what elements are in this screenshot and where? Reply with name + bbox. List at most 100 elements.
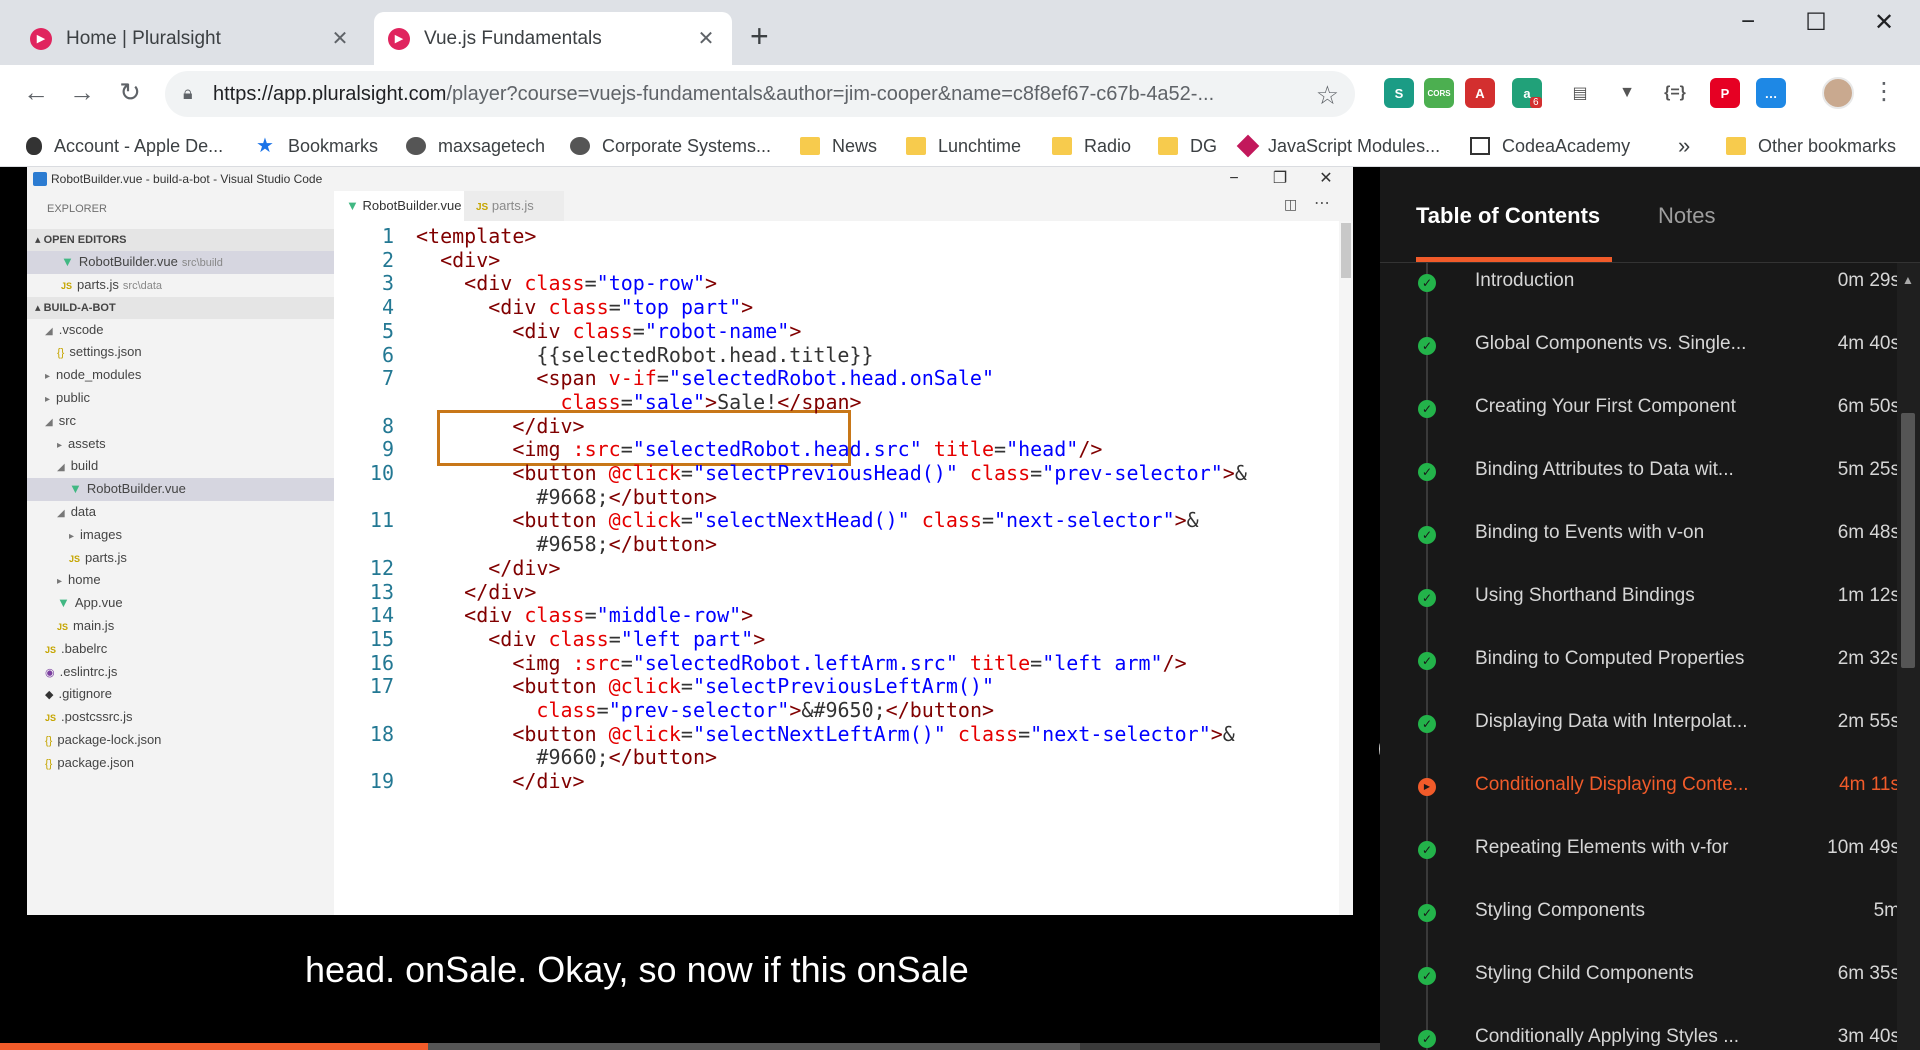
- check-icon: ✓: [1418, 526, 1436, 544]
- code-token: <div: [464, 603, 525, 628]
- toc-item[interactable]: ▶ Conditionally Displaying Conte... 4m 11s: [1380, 764, 1900, 827]
- code-token: =: [1018, 721, 1031, 746]
- code-line: class="prev-selector">&#9650;</button>: [416, 698, 994, 722]
- toc-item[interactable]: ✓ Repeating Elements with v-for 10m 49s: [1380, 827, 1900, 890]
- toc-item[interactable]: ✓ Creating Your First Component 6m 50s: [1380, 386, 1900, 449]
- project-section: ▴ BUILD-A-BOT: [27, 296, 334, 319]
- reload-icon[interactable]: ↻: [112, 77, 148, 108]
- bookmark-bookmarks[interactable]: ★ Bookmarks: [256, 131, 378, 161]
- folder-icon: [906, 137, 926, 155]
- v-icon[interactable]: ▼: [1612, 78, 1642, 108]
- maximize-icon[interactable]: ☐: [1788, 8, 1844, 37]
- toc-item[interactable]: ✓ Binding Attributes to Data wit... 5m 25s: [1380, 449, 1900, 512]
- video-progress-bar[interactable]: [0, 1043, 1380, 1050]
- scroll-thumb[interactable]: [1901, 413, 1915, 668]
- s-icon[interactable]: S: [1384, 78, 1414, 108]
- scroll-up-icon[interactable]: ▲: [1902, 273, 1914, 287]
- toc-item[interactable]: ✓ Styling Child Components 6m 35s: [1380, 953, 1900, 1016]
- avatar[interactable]: [1822, 77, 1854, 109]
- bookmark-radio[interactable]: Radio: [1052, 131, 1131, 161]
- browser-tab-vue[interactable]: ▶ Vue.js Fundamentals ✕: [374, 12, 732, 65]
- toc-item-duration: 4m 40s: [1837, 333, 1900, 354]
- pdf-icon[interactable]: A: [1465, 78, 1495, 108]
- file-name: settings.json: [69, 344, 142, 360]
- bookmark-corporate[interactable]: Corporate Systems...: [570, 131, 771, 161]
- toc-item[interactable]: ✓ Introduction 0m 29s: [1380, 263, 1900, 323]
- toc-item-duration: 4m 11s: [1839, 774, 1900, 795]
- pinterest-icon[interactable]: P: [1710, 78, 1740, 108]
- js-icon: JS: [45, 713, 57, 724]
- code-line: <img :src="selectedRobot.leftArm.src" ti…: [416, 650, 1186, 675]
- code-token: =: [584, 603, 597, 628]
- file-name: package-lock.json: [57, 731, 162, 747]
- toc-item[interactable]: ✓ Global Components vs. Single... 4m 40s: [1380, 323, 1900, 386]
- open-editors-section: ▴ OPEN EDITORS: [27, 229, 334, 251]
- code-token: <div: [464, 271, 525, 296]
- tab-table-of-contents[interactable]: Table of Contents: [1416, 203, 1600, 229]
- code-token: class: [536, 698, 597, 722]
- code-token: <div: [488, 626, 549, 651]
- more-menu-icon[interactable]: ⋮: [1872, 77, 1896, 106]
- bookmarks-overflow[interactable]: »: [1678, 131, 1690, 161]
- file-name: .babelrc: [61, 640, 108, 656]
- toc-item[interactable]: ✓ Styling Components 5m: [1380, 890, 1900, 953]
- code-token: =: [981, 508, 994, 533]
- address-bar[interactable]: 🔒︎ https://app.pluralsight.com/player?co…: [165, 71, 1355, 117]
- close-icon[interactable]: ✕: [328, 26, 352, 51]
- toc-scrollbar[interactable]: ▲: [1897, 263, 1920, 1050]
- new-tab-icon[interactable]: +: [750, 18, 769, 55]
- bookmark-codeacademy[interactable]: CodeaAcademy: [1470, 131, 1630, 161]
- code-token: <template>: [416, 224, 537, 248]
- js-icon: JS: [61, 280, 73, 291]
- cors-icon[interactable]: CORS: [1424, 78, 1454, 108]
- messenger-icon[interactable]: …: [1756, 78, 1786, 108]
- check-icon: ✓: [1418, 274, 1436, 292]
- code-token: =: [584, 271, 597, 296]
- tab-notes[interactable]: Notes: [1658, 203, 1715, 229]
- code-token: {{selectedRobot.head.title}}: [416, 342, 874, 367]
- code-line: <div class="middle-row">: [416, 603, 753, 627]
- tree-item: ▸ home: [27, 569, 334, 592]
- toc-item-duration: 0m 29s: [1837, 270, 1900, 291]
- bookmark-label: maxsagetech: [438, 135, 546, 156]
- minimize-icon[interactable]: −: [1720, 8, 1776, 36]
- bookmark-apple[interactable]: Account - Apple De...: [26, 131, 223, 161]
- toc-item[interactable]: ✓ Using Shorthand Bindings 1m 12s: [1380, 575, 1900, 638]
- bookmark-js-modules[interactable]: JavaScript Modules...: [1236, 131, 1440, 161]
- bookmark-dg[interactable]: DG: [1158, 131, 1217, 161]
- browser-tab-bar: ▶ Home | Pluralsight ✕ ▶ Vue.js Fundamen…: [0, 0, 1920, 65]
- bookmark-other[interactable]: Other bookmarks: [1726, 131, 1896, 161]
- bookmark-news[interactable]: News: [800, 131, 877, 161]
- progress-fill: [0, 1043, 428, 1050]
- code-token: =: [680, 461, 693, 485]
- browser-tab-home[interactable]: ▶ Home | Pluralsight ✕: [16, 12, 366, 65]
- toc-item[interactable]: ✓ Binding to Computed Properties 2m 32s: [1380, 638, 1900, 701]
- comment-icon[interactable]: ▤: [1565, 78, 1595, 108]
- back-icon[interactable]: ←: [18, 77, 54, 108]
- bookmark-label: CodeaAcademy: [1502, 135, 1631, 156]
- forward-icon[interactable]: →: [64, 77, 100, 108]
- toc-item[interactable]: ✓ Conditionally Applying Styles ... 3m 40s: [1380, 1016, 1900, 1050]
- close-window-icon[interactable]: ✕: [1856, 8, 1912, 37]
- video-player[interactable]: RobotBuilder.vue - build-a-bot - Visual …: [0, 167, 1423, 1050]
- line-number: 11: [369, 508, 394, 533]
- close-icon[interactable]: ✕: [694, 26, 718, 51]
- check-icon: ✓: [1418, 841, 1436, 859]
- tree-item: ▼ App.vue: [27, 592, 334, 615]
- bookmark-lunchtime[interactable]: Lunchtime: [906, 131, 1021, 161]
- json-icon[interactable]: {=}: [1660, 78, 1690, 108]
- bookmark-maxsagetech[interactable]: maxsagetech: [406, 131, 545, 161]
- toc-item[interactable]: ✓ Binding to Events with v-on 6m 48s: [1380, 512, 1900, 575]
- toc-item-duration: 5m: [1873, 900, 1900, 921]
- file-path: src\build: [181, 257, 223, 269]
- browser-toolbar: ← → ↻ 🔒︎ https://app.pluralsight.com/pla…: [0, 65, 1920, 125]
- toc-item[interactable]: ✓ Displaying Data with Interpolat... 2m 55…: [1380, 701, 1900, 764]
- folder-icon: [1158, 137, 1178, 155]
- code-line: #9660;</button>: [416, 745, 717, 769]
- chevron-down-icon: ◢: [57, 507, 65, 519]
- code-token: <div: [512, 318, 573, 343]
- code-token: </button>: [608, 745, 718, 770]
- bookmark-star-icon[interactable]: ☆: [1316, 80, 1339, 111]
- code-token: title: [969, 650, 1031, 675]
